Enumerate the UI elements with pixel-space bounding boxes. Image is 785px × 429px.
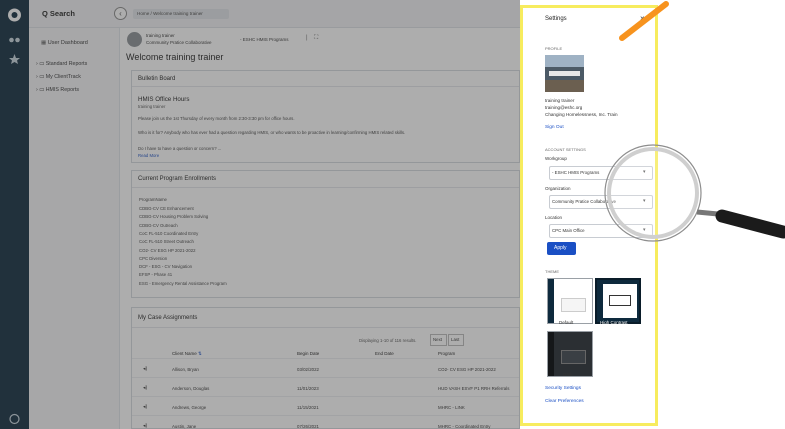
workgroup-label: Workgroup [545,156,567,161]
profile-company: Changing Homelessness, Inc. Train [545,112,618,117]
theme-dark-label: Dark [563,372,573,377]
profile-section-label: PROFILE [545,46,563,51]
theme-high-contrast[interactable] [595,278,641,324]
chevron-down-icon: ▾ [643,169,646,175]
workgroup-value: - ESHC HMIS Programs [552,170,600,175]
settings-title: Settings [545,16,567,22]
theme-default[interactable] [547,278,593,324]
theme-high-label: High Contrast [600,320,628,325]
profile-name: training trainer [545,98,575,103]
location-label: Location [545,215,563,220]
close-icon[interactable]: × [640,14,645,23]
organization-value: Community Pratice Collaborative [552,199,616,204]
modal-overlay[interactable] [0,0,520,429]
sign-out-link[interactable]: Sign Out [545,125,564,130]
profile-email: training@eshc.org [545,105,583,110]
profile-photo [545,55,584,92]
theme-section-label: THEME [545,269,559,274]
location-value: CPC Main Office [552,228,585,233]
clear-preferences-link[interactable]: Clear Preferences [545,399,584,404]
app-window: ▦ User Dashboard › ▭ Standard Reports › … [0,0,785,429]
theme-dark[interactable] [547,331,593,377]
settings-panel: Settings × PROFILE training trainer trai… [520,5,658,426]
apply-label: Apply [554,245,567,251]
theme-default-label: Default [559,320,574,325]
security-settings-link[interactable]: Security Settings [545,386,581,391]
account-section-label: ACCOUNT SETTINGS [545,147,586,152]
chevron-down-icon: ▾ [643,227,646,233]
organization-label: Organization [545,186,571,191]
chevron-down-icon: ▾ [643,198,646,204]
